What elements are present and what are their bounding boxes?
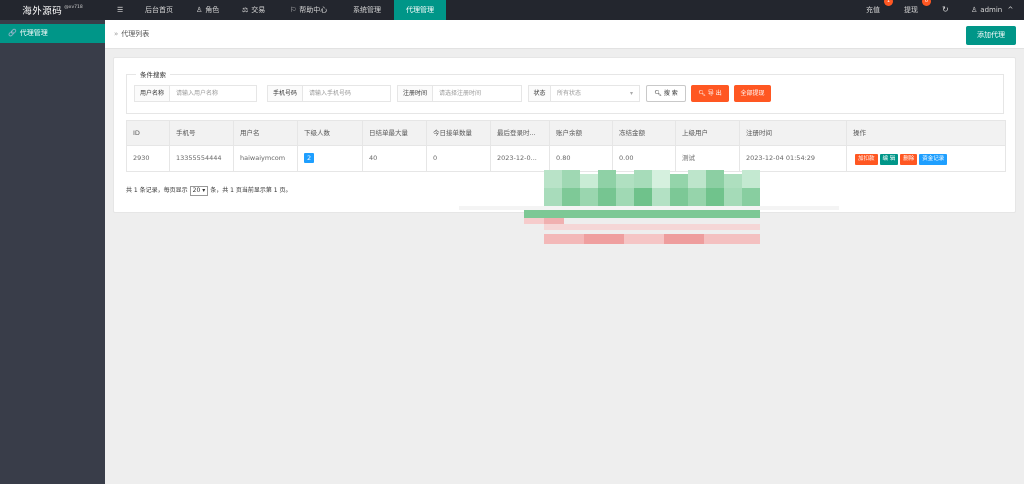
nav-trade-label: 交易 (251, 6, 266, 14)
user-name: admin (980, 6, 1003, 14)
status-select-value: 所有状态 (557, 90, 582, 97)
edit-button[interactable]: 编 辑 (879, 154, 899, 165)
page-size-value: 20 (192, 187, 201, 194)
pagination: 共 1 条记录，每页显示 20 ▾ 条，共 1 页当前显示第 1 页。 (126, 185, 291, 196)
top-navbar: 海外源码 @xv718 ☰ 后台首页 ♙ 角色 ⚖ 交易 ⚐ 帮助中心 系统管理 代理… (0, 0, 1024, 20)
withdraw-badge: 0 (922, 0, 931, 6)
nav-role-label: 角色 (205, 6, 220, 14)
recharge-link[interactable]: 充值 1 (866, 0, 893, 20)
nav-help[interactable]: ⚐ 帮助中心 (290, 0, 327, 20)
cell-balance: 0.80 (550, 146, 613, 171)
menu-toggle-icon[interactable]: ☰ (117, 0, 123, 20)
fund-record-button[interactable]: 资金记录 (919, 154, 948, 165)
username-label: 用户名称 (134, 85, 170, 102)
regtime-label: 注册时间 (397, 85, 433, 102)
sidebar-item-agent[interactable]: 🔗 代理管理 (0, 24, 105, 43)
redaction-mosaic (459, 170, 839, 244)
chevron-down-icon: ▾ (202, 187, 206, 194)
cell-daily-max: 40 (363, 146, 427, 171)
scale-icon: ⚖ (242, 6, 249, 14)
phone-input[interactable]: 请输入手机号码 (303, 85, 391, 102)
page-size-select[interactable]: 20 ▾ (189, 186, 209, 196)
search-icon: 🔍︎ (698, 90, 706, 97)
cell-actions: 加扣款编 辑删除 资金记录 (847, 146, 1005, 171)
export-button-label: 导 出 (707, 90, 722, 97)
status-label: 状态 (528, 85, 551, 102)
link-icon: 🔗 (8, 29, 17, 37)
col-today-orders: 今日接单数量 (427, 121, 491, 146)
cell-parent: 测试 (676, 146, 740, 171)
user-menu[interactable]: ♙ admin ^ (971, 0, 1013, 20)
search-legend: 条件搜索 (136, 69, 170, 79)
cell-today-orders: 0 (427, 146, 491, 171)
username-input[interactable]: 请输入用户名称 (170, 85, 257, 102)
refresh-icon[interactable]: ↻ (942, 0, 949, 20)
flag-icon: ⚐ (290, 6, 297, 14)
col-actions: 操作 (853, 129, 866, 137)
breadcrumb: » 代理列表 (114, 20, 149, 49)
export-button[interactable]: 🔍︎ 导 出 (691, 85, 729, 102)
withdraw-link[interactable]: 提现 0 (904, 0, 931, 20)
logo-text: 海外源码 (22, 6, 63, 17)
nav-system-label: 系统管理 (353, 6, 381, 14)
cell-frozen: 0.00 (613, 146, 676, 171)
col-phone: 手机号 (170, 121, 234, 146)
chevron-up-icon: ^ (1007, 6, 1014, 14)
col-username: 用户名 (234, 121, 298, 146)
user-icon: ♙ (196, 6, 203, 14)
recharge-label: 充值 (866, 6, 880, 14)
adjust-balance-button[interactable]: 加扣款 (855, 154, 878, 165)
col-frozen: 冻结金额 (613, 121, 676, 146)
cell-sub-count: 2 (298, 146, 363, 171)
nav-home[interactable]: 后台首页 (145, 0, 173, 20)
col-reg-time: 注册时间 (740, 121, 847, 146)
phone-label: 手机号码 (267, 85, 303, 102)
sidebar: 🔗 代理管理 (0, 20, 105, 484)
withdraw-label: 提现 (904, 6, 918, 14)
cell-id: 2930 (127, 146, 170, 171)
table-header: ID 手机号 用户名 下级人数 日结单最大量 今日接单数量 最后登录时... 账… (126, 120, 1006, 146)
col-balance: 账户余额 (550, 121, 613, 146)
logo: 海外源码 @xv718 (0, 0, 105, 20)
withdraw-all-button[interactable]: 全部提现 (734, 85, 771, 102)
sub-count-badge[interactable]: 2 (304, 153, 315, 163)
cell-last-login: 2023-12-0... (491, 146, 550, 171)
sidebar-item-label: 代理管理 (19, 29, 48, 37)
nav-system[interactable]: 系统管理 (353, 0, 381, 20)
logo-version: @xv718 (64, 4, 83, 10)
cell-reg-time: 2023-12-04 01:54:29 (740, 146, 847, 171)
nav-help-label: 帮助中心 (299, 6, 328, 14)
breadcrumb-bar: » 代理列表 添加代理 (105, 20, 1024, 49)
regtime-input[interactable]: 请选择注册时间 (433, 85, 522, 102)
cell-username: haiwaiymcom (234, 146, 298, 171)
search-button-label: 搜 索 (663, 90, 678, 97)
nav-role[interactable]: ♙ 角色 (196, 0, 219, 20)
col-daily-max: 日结单最大量 (363, 121, 427, 146)
search-button[interactable]: 🔍︎ 搜 索 (646, 85, 686, 102)
col-sub-count: 下级人数 (298, 121, 363, 146)
breadcrumb-sep-icon: » (114, 30, 119, 38)
user-icon: ♙ (971, 6, 978, 14)
table-row: 2930 13355554444 haiwaiymcom 2 40 0 2023… (126, 146, 1006, 172)
col-parent: 上级用户 (676, 121, 740, 146)
col-id: ID (127, 121, 170, 146)
pager-suffix: 条，共 1 页当前显示第 1 页。 (210, 187, 292, 194)
cell-phone: 13355554444 (170, 146, 234, 171)
nav-trade[interactable]: ⚖ 交易 (242, 0, 265, 20)
pager-prefix: 共 1 条记录，每页显示 (126, 187, 188, 194)
chevron-down-icon: ▾ (629, 90, 633, 97)
col-last-login: 最后登录时... (491, 121, 550, 146)
recharge-badge: 1 (884, 0, 893, 6)
nav-home-label: 后台首页 (145, 6, 173, 14)
nav-agent-label: 代理管理 (406, 6, 434, 14)
breadcrumb-label: 代理列表 (121, 30, 150, 38)
delete-button[interactable]: 删除 (900, 154, 918, 165)
nav-agent[interactable]: 代理管理 (394, 0, 446, 20)
search-icon: 🔍︎ (654, 90, 662, 97)
status-select[interactable]: 所有状态 ▾ (551, 85, 640, 102)
add-agent-button[interactable]: 添加代理 (966, 26, 1016, 45)
